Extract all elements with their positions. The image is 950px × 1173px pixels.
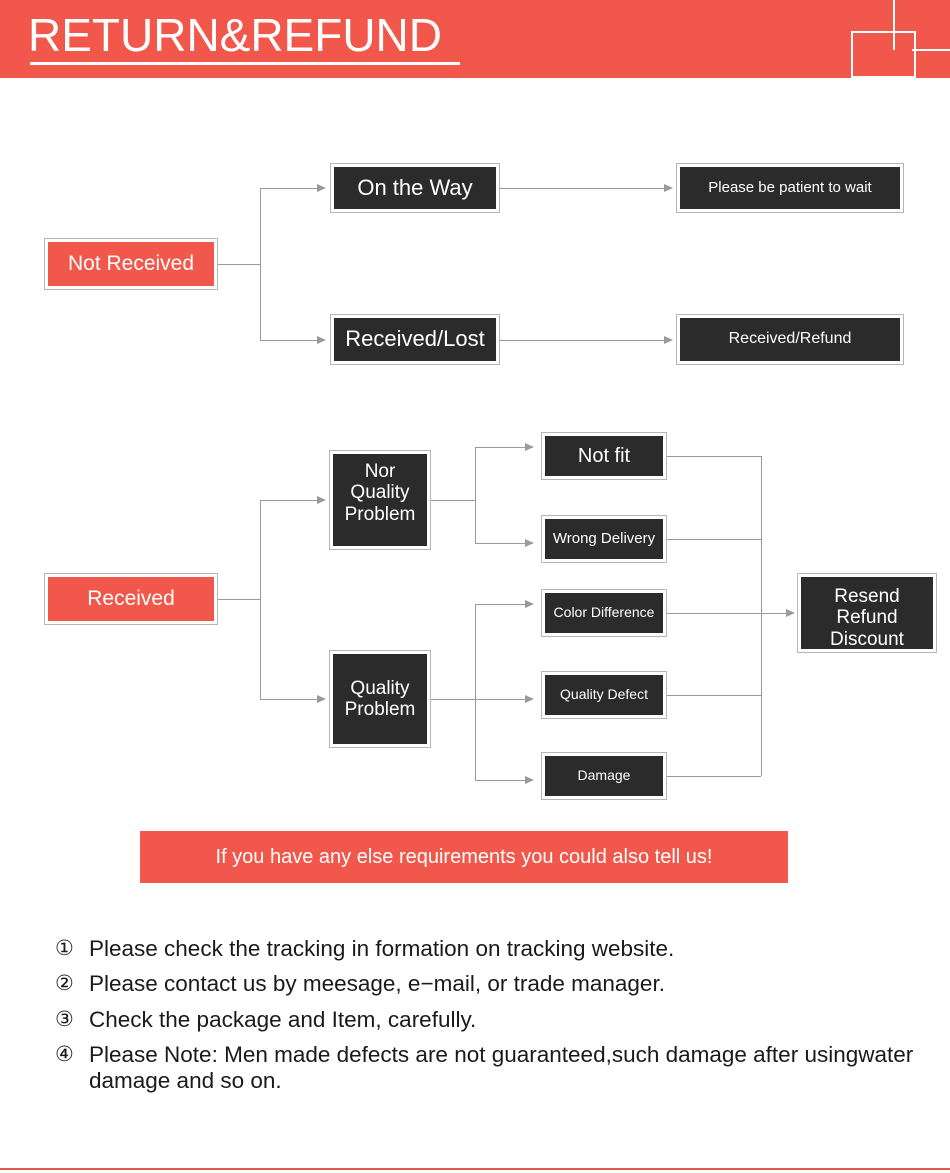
note-text-1: Please check the tracking in formation o… bbox=[89, 936, 675, 961]
node-nor-quality-problem-line-3: Problem bbox=[344, 503, 416, 525]
arrow-on-the-way-to-wait bbox=[664, 183, 673, 192]
note-item-1: ① Please check the tracking in formation… bbox=[55, 936, 935, 962]
extra-requirements-banner: If you have any else requirements you co… bbox=[140, 831, 788, 883]
arrow-to-on-the-way bbox=[317, 183, 326, 192]
connector-qp-to-damage bbox=[475, 780, 525, 781]
connector-qp-stem bbox=[431, 699, 475, 700]
connector-nqp-to-not-fit bbox=[475, 447, 525, 448]
connector-nqp-bus bbox=[475, 447, 476, 543]
connector-nqp-to-wrong-delivery bbox=[475, 543, 525, 544]
node-nor-quality-problem-line-1: Nor bbox=[364, 461, 396, 482]
connector-not-fit-out bbox=[667, 456, 761, 457]
arrow-qp-to-color-difference bbox=[525, 599, 534, 608]
arrow-to-nor-quality-problem bbox=[317, 495, 326, 504]
node-received-label: Received bbox=[48, 577, 214, 621]
connector-not-received-bus bbox=[260, 188, 261, 340]
header-decor-rectangle bbox=[851, 31, 916, 78]
note-item-2: ② Please contact us by meesage, e−mail, … bbox=[55, 971, 935, 997]
connector-received-lost-to-refund bbox=[500, 340, 664, 341]
connector-outcome-bus bbox=[761, 456, 762, 776]
note-text-4: Please Note: Men made defects are not gu… bbox=[89, 1041, 914, 1094]
arrow-to-received-lost bbox=[317, 335, 326, 344]
connector-damage-out bbox=[667, 776, 761, 777]
arrow-received-lost-to-refund bbox=[664, 335, 673, 344]
node-please-be-patient-to-wait[interactable]: Please be patient to wait bbox=[676, 163, 904, 213]
node-wrong-delivery[interactable]: Wrong Delivery bbox=[541, 515, 667, 563]
note-number-3: ③ bbox=[55, 1007, 74, 1031]
node-quality-problem[interactable]: Quality Problem bbox=[329, 650, 431, 748]
note-number-2: ② bbox=[55, 972, 74, 996]
node-not-fit[interactable]: Not fit bbox=[541, 432, 667, 480]
note-number-4: ④ bbox=[55, 1042, 74, 1066]
connector-nqp-stem bbox=[431, 500, 475, 501]
node-quality-problem-label: Quality Problem bbox=[333, 654, 427, 744]
node-damage[interactable]: Damage bbox=[541, 752, 667, 800]
node-received-refund[interactable]: Received/Refund bbox=[676, 314, 904, 365]
node-quality-defect-label: Quality Defect bbox=[545, 675, 663, 715]
connector-on-the-way-to-wait bbox=[500, 188, 664, 189]
node-nor-quality-problem-label: Nor Quality Problem bbox=[333, 454, 427, 546]
connector-to-quality-problem bbox=[260, 699, 317, 700]
page-title: RETURN&REFUND bbox=[28, 9, 442, 61]
connector-to-on-the-way bbox=[260, 188, 317, 189]
node-not-received-label: Not Received bbox=[48, 242, 214, 286]
node-quality-defect[interactable]: Quality Defect bbox=[541, 671, 667, 719]
node-outcome-line-1: Resend bbox=[834, 586, 900, 607]
arrow-qp-to-damage bbox=[525, 775, 534, 784]
arrow-nqp-to-not-fit bbox=[525, 442, 534, 451]
node-on-the-way[interactable]: On the Way bbox=[330, 163, 500, 213]
title-underline bbox=[30, 62, 460, 65]
notes-list: ① Please check the tracking in formation… bbox=[55, 936, 935, 1104]
connector-qp-to-color-difference bbox=[475, 604, 525, 605]
note-text-2: Please contact us by meesage, e−mail, or… bbox=[89, 971, 665, 997]
node-please-be-patient-to-wait-label: Please be patient to wait bbox=[680, 167, 900, 209]
node-nor-quality-problem[interactable]: Nor Quality Problem bbox=[329, 450, 431, 550]
footer-rule bbox=[0, 1168, 950, 1170]
connector-color-difference-out bbox=[667, 613, 761, 614]
arrow-nqp-to-wrong-delivery bbox=[525, 538, 534, 547]
header-decor-horizontal-line bbox=[912, 49, 950, 51]
connector-to-nor-quality-problem bbox=[260, 500, 317, 501]
node-not-received[interactable]: Not Received bbox=[44, 238, 218, 290]
arrow-to-outcome bbox=[786, 608, 795, 617]
note-item-4: ④ Please Note: Men made defects are not … bbox=[55, 1042, 935, 1095]
connector-quality-defect-out bbox=[667, 695, 761, 696]
extra-requirements-text: If you have any else requirements you co… bbox=[215, 845, 713, 868]
note-text-3: Check the package and Item, carefully. bbox=[89, 1006, 477, 1032]
connector-wrong-delivery-out bbox=[667, 539, 761, 540]
node-quality-problem-line-1: Quality bbox=[350, 678, 410, 699]
node-color-difference-label: Color Difference bbox=[545, 593, 663, 633]
node-color-difference[interactable]: Color Difference bbox=[541, 589, 667, 637]
arrow-to-quality-problem bbox=[317, 694, 326, 703]
connector-received-bus bbox=[260, 500, 261, 699]
node-not-fit-label: Not fit bbox=[545, 436, 663, 476]
connector-not-received-stem bbox=[218, 264, 260, 265]
page-header: RETURN&REFUND bbox=[0, 0, 950, 78]
connector-received-stem bbox=[218, 599, 260, 600]
node-received-lost[interactable]: Received/Lost bbox=[330, 314, 500, 365]
node-outcome-line-2: Refund bbox=[836, 607, 898, 629]
node-nor-quality-problem-line-2: Quality bbox=[350, 482, 410, 504]
node-received[interactable]: Received bbox=[44, 573, 218, 625]
node-quality-problem-line-2: Problem bbox=[344, 699, 416, 721]
connector-bus-to-outcome bbox=[761, 613, 786, 614]
arrow-qp-to-quality-defect bbox=[525, 694, 534, 703]
node-received-lost-label: Received/Lost bbox=[334, 318, 496, 361]
connector-qp-bus bbox=[475, 604, 476, 780]
node-resend-refund-discount-label: Resend Refund Discount bbox=[801, 577, 933, 650]
note-number-1: ① bbox=[55, 937, 74, 960]
node-resend-refund-discount[interactable]: Resend Refund Discount bbox=[797, 573, 937, 653]
connector-to-received-lost bbox=[260, 340, 317, 341]
node-outcome-line-3: Discount bbox=[830, 628, 904, 650]
node-wrong-delivery-label: Wrong Delivery bbox=[545, 519, 663, 559]
node-damage-label: Damage bbox=[545, 756, 663, 796]
node-on-the-way-label: On the Way bbox=[334, 167, 496, 209]
connector-qp-to-quality-defect bbox=[475, 699, 525, 700]
note-item-3: ③ Check the package and Item, carefully. bbox=[55, 1007, 935, 1033]
node-received-refund-label: Received/Refund bbox=[680, 318, 900, 361]
